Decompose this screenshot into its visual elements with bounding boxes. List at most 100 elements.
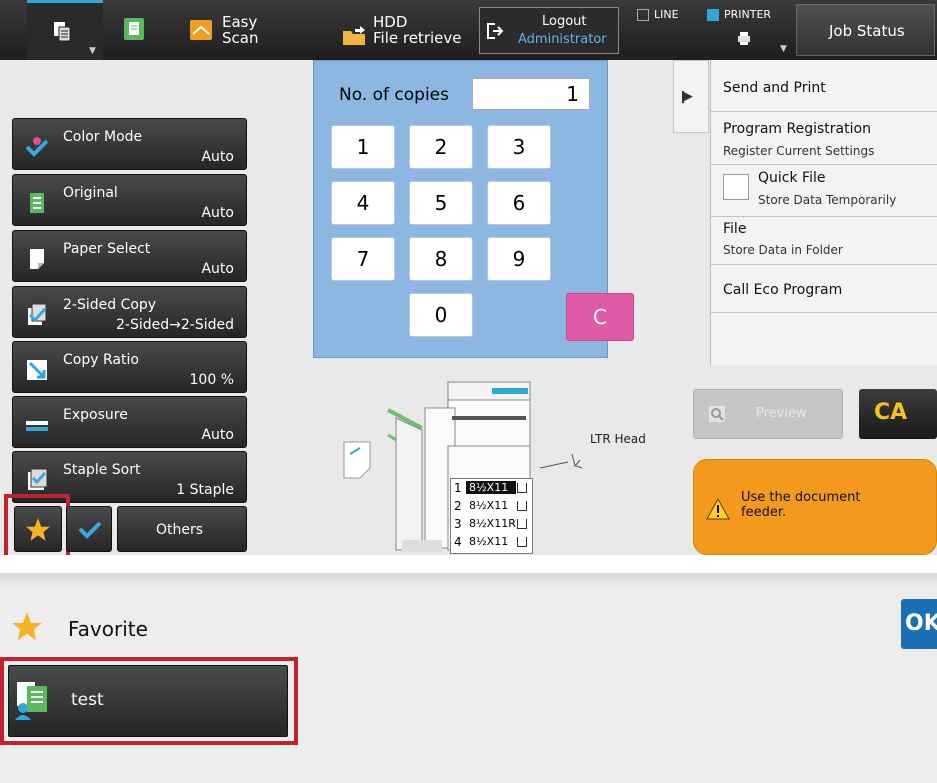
- file-item[interactable]: File Store Data in Folder: [711, 217, 937, 265]
- copy-ratio-value: 100 %: [189, 372, 234, 388]
- tray-row[interactable]: 3 8½X11R: [453, 517, 531, 533]
- tray-size: 8½X11: [466, 481, 516, 494]
- dropdown-arrow-icon: ▼: [780, 44, 787, 54]
- paper-tray-icon: [517, 537, 527, 547]
- paper-tray-icon: [517, 483, 527, 493]
- action-list: Send and Print Program Registration Regi…: [710, 60, 937, 365]
- logout-label: Logout: [542, 14, 587, 29]
- document-filing-icon: [124, 18, 144, 40]
- quick-file-checkbox[interactable]: [723, 174, 749, 200]
- copy-ratio-button[interactable]: Copy Ratio 100 %: [12, 341, 247, 393]
- line-label: LINE: [654, 8, 679, 21]
- favorite-star-icon: [12, 612, 42, 641]
- color-mode-icon: [25, 137, 49, 157]
- program-registration-label: Program Registration: [723, 121, 871, 137]
- keypad-key-4[interactable]: 4: [331, 181, 395, 225]
- keypad-key-2[interactable]: 2: [409, 125, 473, 169]
- paper-select-button[interactable]: Paper Select Auto: [12, 230, 247, 282]
- tray-number: 2: [454, 499, 462, 513]
- paper-tray-icon: [517, 519, 527, 529]
- keypad-key-1[interactable]: 1: [331, 125, 395, 169]
- color-mode-value: Auto: [201, 149, 234, 165]
- logout-icon: [487, 23, 504, 39]
- printer-status-button[interactable]: ▼: [718, 24, 790, 58]
- call-eco-program-item[interactable]: Call Eco Program: [711, 265, 937, 313]
- ok-button[interactable]: OK: [901, 599, 937, 649]
- keypad-key-3[interactable]: 3: [487, 125, 551, 169]
- clear-key[interactable]: C: [566, 293, 634, 341]
- copies-input[interactable]: 1: [472, 78, 590, 110]
- original-button[interactable]: Original Auto: [12, 174, 247, 226]
- copy-mode-button[interactable]: ▼: [27, 0, 103, 60]
- alert-text: Use the document feeder.: [741, 490, 861, 520]
- user-label: Administrator: [518, 32, 607, 47]
- copy-mode-icon: [54, 22, 71, 42]
- send-and-print-label: Send and Print: [723, 80, 826, 96]
- exposure-icon: [26, 421, 48, 431]
- others-label: Others: [156, 522, 204, 538]
- exposure-value: Auto: [201, 427, 234, 443]
- easy-scan-icon: [190, 20, 212, 40]
- tray-row[interactable]: 2 8½X11: [453, 499, 531, 515]
- printer-indicator: [707, 9, 719, 21]
- checkmark-icon: [78, 521, 102, 539]
- document-feeder-alert: Use the document feeder.: [693, 459, 937, 555]
- two-sided-copy-label: 2-Sided Copy: [63, 297, 157, 313]
- copies-value: 1: [566, 82, 579, 106]
- keypad-key-0[interactable]: 0: [409, 293, 473, 337]
- favorite-item-label: test: [71, 690, 104, 710]
- hdd-label: HDD File retrieve: [373, 13, 462, 47]
- top-bar: ▼ Easy Scan HDD File retrieve Logout Adm…: [0, 0, 937, 60]
- keypad-key-8[interactable]: 8: [409, 237, 473, 281]
- quick-file-label: Quick File: [758, 170, 826, 186]
- paper-select-value: Auto: [201, 261, 234, 277]
- favorite-item-test[interactable]: test: [8, 665, 288, 737]
- keypad-key-6[interactable]: 6: [487, 181, 551, 225]
- tray-row[interactable]: 4 8½X11: [453, 535, 531, 551]
- others-button[interactable]: Others: [117, 506, 247, 552]
- keypad-key-9[interactable]: 9: [487, 237, 551, 281]
- logout-button[interactable]: Logout Administrator: [479, 7, 619, 54]
- staple-sort-value: 1 Staple: [176, 482, 234, 498]
- folder-icon: [343, 26, 365, 45]
- exposure-button[interactable]: Exposure Auto: [12, 396, 247, 448]
- original-icon: [30, 193, 44, 213]
- color-mode-button[interactable]: Color Mode Auto: [12, 118, 247, 170]
- original-value: Auto: [201, 205, 234, 221]
- file-label: File: [723, 221, 747, 237]
- empty-item: [711, 313, 937, 365]
- copies-keypad: No. of copies 1 1 2 3 4 5 6 7 8 9 0 C: [313, 60, 634, 358]
- quick-file-item[interactable]: Quick File Store Data Temporarily: [711, 165, 937, 217]
- copy-panel: ▼ Easy Scan HDD File retrieve Logout Adm…: [0, 0, 937, 555]
- paper-icon: [30, 249, 44, 269]
- side-panel-toggle[interactable]: ▶: [673, 60, 709, 133]
- easy-scan-label: Easy Scan: [222, 13, 259, 47]
- copies-label: No. of copies: [339, 85, 449, 105]
- tray-status-list: 1 8½X11 2 8½X11 3 8½X11R 4 8½X11: [450, 478, 533, 554]
- tray-row[interactable]: 1 8½X11: [453, 481, 531, 497]
- expand-bar-icon: [682, 91, 684, 103]
- program-registration-item[interactable]: Program Registration Register Current Se…: [711, 112, 937, 165]
- document-filing-button[interactable]: [117, 0, 157, 60]
- two-sided-copy-button[interactable]: 2-Sided Copy 2-Sided→2-Sided: [12, 286, 247, 338]
- two-sided-copy-value: 2-Sided→2-Sided: [116, 317, 234, 333]
- preview-label: Preview: [756, 406, 807, 421]
- send-and-print-item[interactable]: Send and Print: [711, 60, 937, 112]
- favorite-panel: Favorite OK test: [0, 573, 937, 783]
- checkmark-button[interactable]: [66, 506, 112, 552]
- clear-all-button[interactable]: CA: [859, 389, 937, 439]
- job-status-label: Job Status: [829, 22, 905, 40]
- clear-all-label: CA: [874, 400, 908, 425]
- printer-icon: [738, 32, 750, 45]
- color-mode-label: Color Mode: [63, 129, 143, 145]
- tray-size: 8½X11R: [469, 517, 516, 530]
- printer-label: PRINTER: [724, 8, 772, 21]
- dropdown-arrow-icon: ▼: [89, 46, 96, 56]
- paper-tray-icon: [517, 501, 527, 511]
- hdd-file-retrieve-button[interactable]: HDD File retrieve: [340, 0, 470, 60]
- keypad-key-7[interactable]: 7: [331, 237, 395, 281]
- easy-scan-button[interactable]: Easy Scan: [186, 0, 276, 60]
- keypad-key-5[interactable]: 5: [409, 181, 473, 225]
- job-status-button[interactable]: Job Status: [796, 4, 935, 56]
- preview-button[interactable]: Preview: [693, 389, 843, 439]
